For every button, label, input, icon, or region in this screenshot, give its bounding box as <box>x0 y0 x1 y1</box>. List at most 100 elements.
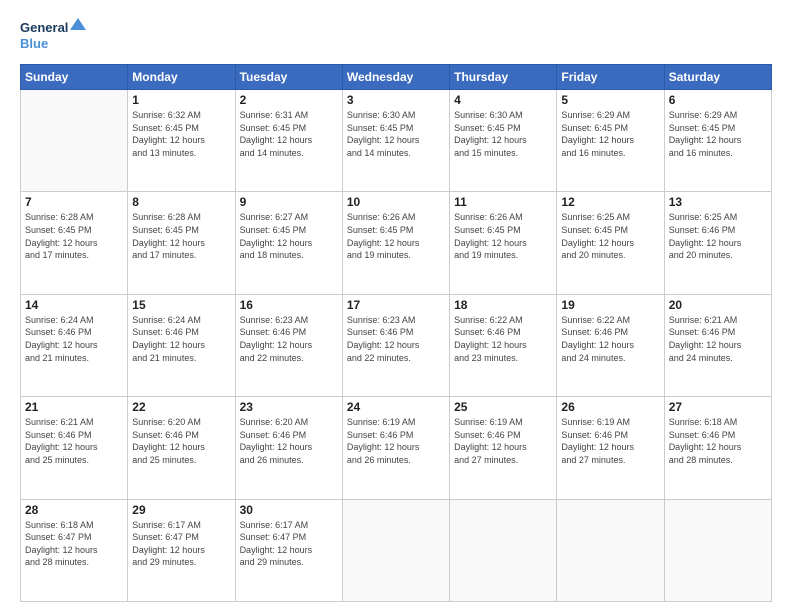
calendar-cell: 24Sunrise: 6:19 AM Sunset: 6:46 PM Dayli… <box>342 397 449 499</box>
day-info: Sunrise: 6:25 AM Sunset: 6:46 PM Dayligh… <box>669 211 767 261</box>
day-number: 24 <box>347 400 445 414</box>
day-info: Sunrise: 6:24 AM Sunset: 6:46 PM Dayligh… <box>25 314 123 364</box>
day-info: Sunrise: 6:29 AM Sunset: 6:45 PM Dayligh… <box>669 109 767 159</box>
calendar-cell: 25 Sunrise: 6:19 AM Sunset: 6:46 PM Dayli… <box>450 397 557 499</box>
day-info: Sunrise: 6:19 AM Sunset: 6:46 PM Dayligh… <box>561 416 659 466</box>
day-number: 22 <box>132 400 230 414</box>
calendar-cell: 23 Sunrise: 6:20 AM Sunset: 6:46 PM Dayli… <box>235 397 342 499</box>
header: General Blue <box>20 16 772 56</box>
day-info: Sunrise: 6:17 AM Sunset: 6:47 PM Dayligh… <box>240 519 338 569</box>
day-number: 5 <box>561 93 659 107</box>
day-info: Sunrise: 6:26 AM Sunset: 6:45 PM Dayligh… <box>347 211 445 261</box>
day-info: Sunrise: 6:19 AM Sunset: 6:46 PM Dayligh… <box>454 416 552 466</box>
calendar-cell: 20 Sunrise: 6:21 AM Sunset: 6:46 PM Dayli… <box>664 294 771 396</box>
page: General Blue SundayMondayTuesdayWednesda… <box>0 0 792 612</box>
day-number: 26 <box>561 400 659 414</box>
calendar-cell: 21 Sunrise: 6:21 AM Sunset: 6:46 PM Dayli… <box>21 397 128 499</box>
calendar-week-row: 21 Sunrise: 6:21 AM Sunset: 6:46 PM Dayli… <box>21 397 772 499</box>
calendar-day-header: Sunday <box>21 65 128 90</box>
calendar-table: SundayMondayTuesdayWednesdayThursdayFrid… <box>20 64 772 602</box>
calendar-cell: 12 Sunrise: 6:25 AM Sunset: 6:45 PM Dayli… <box>557 192 664 294</box>
day-info: Sunrise: 6:18 AM Sunset: 6:46 PM Dayligh… <box>669 416 767 466</box>
calendar-cell: 2 Sunrise: 6:31 AM Sunset: 6:45 PM Daylig… <box>235 90 342 192</box>
day-info: Sunrise: 6:30 AM Sunset: 6:45 PM Dayligh… <box>454 109 552 159</box>
logo-svg: General Blue <box>20 16 90 56</box>
calendar-week-row: 7Sunrise: 6:28 AM Sunset: 6:45 PM Daylig… <box>21 192 772 294</box>
day-number: 21 <box>25 400 123 414</box>
day-number: 6 <box>669 93 767 107</box>
svg-text:Blue: Blue <box>20 36 48 51</box>
day-info: Sunrise: 6:21 AM Sunset: 6:46 PM Dayligh… <box>25 416 123 466</box>
calendar-cell: 3 Sunrise: 6:30 AM Sunset: 6:45 PM Daylig… <box>342 90 449 192</box>
day-info: Sunrise: 6:21 AM Sunset: 6:46 PM Dayligh… <box>669 314 767 364</box>
calendar-cell: 6 Sunrise: 6:29 AM Sunset: 6:45 PM Daylig… <box>664 90 771 192</box>
calendar-cell: 29 Sunrise: 6:17 AM Sunset: 6:47 PM Dayli… <box>128 499 235 601</box>
day-number: 20 <box>669 298 767 312</box>
day-info: Sunrise: 6:23 AM Sunset: 6:46 PM Dayligh… <box>240 314 338 364</box>
calendar-day-header: Monday <box>128 65 235 90</box>
day-info: Sunrise: 6:27 AM Sunset: 6:45 PM Dayligh… <box>240 211 338 261</box>
day-number: 3 <box>347 93 445 107</box>
day-number: 1 <box>132 93 230 107</box>
day-info: Sunrise: 6:28 AM Sunset: 6:45 PM Dayligh… <box>25 211 123 261</box>
day-info: Sunrise: 6:30 AM Sunset: 6:45 PM Dayligh… <box>347 109 445 159</box>
day-info: Sunrise: 6:17 AM Sunset: 6:47 PM Dayligh… <box>132 519 230 569</box>
day-info: Sunrise: 6:23 AM Sunset: 6:46 PM Dayligh… <box>347 314 445 364</box>
day-info: Sunrise: 6:32 AM Sunset: 6:45 PM Dayligh… <box>132 109 230 159</box>
day-info: Sunrise: 6:18 AM Sunset: 6:47 PM Dayligh… <box>25 519 123 569</box>
day-info: Sunrise: 6:31 AM Sunset: 6:45 PM Dayligh… <box>240 109 338 159</box>
calendar-day-header: Thursday <box>450 65 557 90</box>
svg-text:General: General <box>20 20 68 35</box>
calendar-day-header: Saturday <box>664 65 771 90</box>
calendar-cell: 1 Sunrise: 6:32 AM Sunset: 6:45 PM Daylig… <box>128 90 235 192</box>
calendar-cell: 17 Sunrise: 6:23 AM Sunset: 6:46 PM Dayli… <box>342 294 449 396</box>
day-number: 8 <box>132 195 230 209</box>
day-number: 15 <box>132 298 230 312</box>
calendar-cell: 7Sunrise: 6:28 AM Sunset: 6:45 PM Daylig… <box>21 192 128 294</box>
calendar-cell: 5Sunrise: 6:29 AM Sunset: 6:45 PM Daylig… <box>557 90 664 192</box>
day-number: 29 <box>132 503 230 517</box>
day-number: 18 <box>454 298 552 312</box>
calendar-cell: 11 Sunrise: 6:26 AM Sunset: 6:45 PM Dayli… <box>450 192 557 294</box>
calendar-header-row: SundayMondayTuesdayWednesdayThursdayFrid… <box>21 65 772 90</box>
calendar-week-row: 28 Sunrise: 6:18 AM Sunset: 6:47 PM Dayli… <box>21 499 772 601</box>
day-number: 12 <box>561 195 659 209</box>
day-info: Sunrise: 6:22 AM Sunset: 6:46 PM Dayligh… <box>561 314 659 364</box>
day-number: 17 <box>347 298 445 312</box>
calendar-cell <box>664 499 771 601</box>
day-number: 28 <box>25 503 123 517</box>
day-number: 25 <box>454 400 552 414</box>
calendar-cell: 19Sunrise: 6:22 AM Sunset: 6:46 PM Dayli… <box>557 294 664 396</box>
day-number: 11 <box>454 195 552 209</box>
calendar-cell: 4 Sunrise: 6:30 AM Sunset: 6:45 PM Daylig… <box>450 90 557 192</box>
day-number: 13 <box>669 195 767 209</box>
calendar-cell: 26 Sunrise: 6:19 AM Sunset: 6:46 PM Dayli… <box>557 397 664 499</box>
calendar-cell: 13 Sunrise: 6:25 AM Sunset: 6:46 PM Dayli… <box>664 192 771 294</box>
calendar-cell: 8 Sunrise: 6:28 AM Sunset: 6:45 PM Daylig… <box>128 192 235 294</box>
day-number: 4 <box>454 93 552 107</box>
logo: General Blue <box>20 16 90 56</box>
day-number: 23 <box>240 400 338 414</box>
day-info: Sunrise: 6:25 AM Sunset: 6:45 PM Dayligh… <box>561 211 659 261</box>
day-info: Sunrise: 6:24 AM Sunset: 6:46 PM Dayligh… <box>132 314 230 364</box>
day-number: 16 <box>240 298 338 312</box>
calendar-day-header: Tuesday <box>235 65 342 90</box>
day-info: Sunrise: 6:26 AM Sunset: 6:45 PM Dayligh… <box>454 211 552 261</box>
day-number: 10 <box>347 195 445 209</box>
day-number: 9 <box>240 195 338 209</box>
calendar-cell: 14 Sunrise: 6:24 AM Sunset: 6:46 PM Dayli… <box>21 294 128 396</box>
day-info: Sunrise: 6:28 AM Sunset: 6:45 PM Dayligh… <box>132 211 230 261</box>
day-number: 14 <box>25 298 123 312</box>
day-number: 27 <box>669 400 767 414</box>
calendar-week-row: 1 Sunrise: 6:32 AM Sunset: 6:45 PM Daylig… <box>21 90 772 192</box>
day-info: Sunrise: 6:20 AM Sunset: 6:46 PM Dayligh… <box>240 416 338 466</box>
day-info: Sunrise: 6:20 AM Sunset: 6:46 PM Dayligh… <box>132 416 230 466</box>
calendar-cell: 30Sunrise: 6:17 AM Sunset: 6:47 PM Dayli… <box>235 499 342 601</box>
calendar-cell: 15 Sunrise: 6:24 AM Sunset: 6:46 PM Dayli… <box>128 294 235 396</box>
calendar-day-header: Wednesday <box>342 65 449 90</box>
calendar-cell: 27 Sunrise: 6:18 AM Sunset: 6:46 PM Dayli… <box>664 397 771 499</box>
day-number: 2 <box>240 93 338 107</box>
calendar-cell <box>342 499 449 601</box>
calendar-cell: 9 Sunrise: 6:27 AM Sunset: 6:45 PM Daylig… <box>235 192 342 294</box>
calendar-cell: 16 Sunrise: 6:23 AM Sunset: 6:46 PM Dayli… <box>235 294 342 396</box>
